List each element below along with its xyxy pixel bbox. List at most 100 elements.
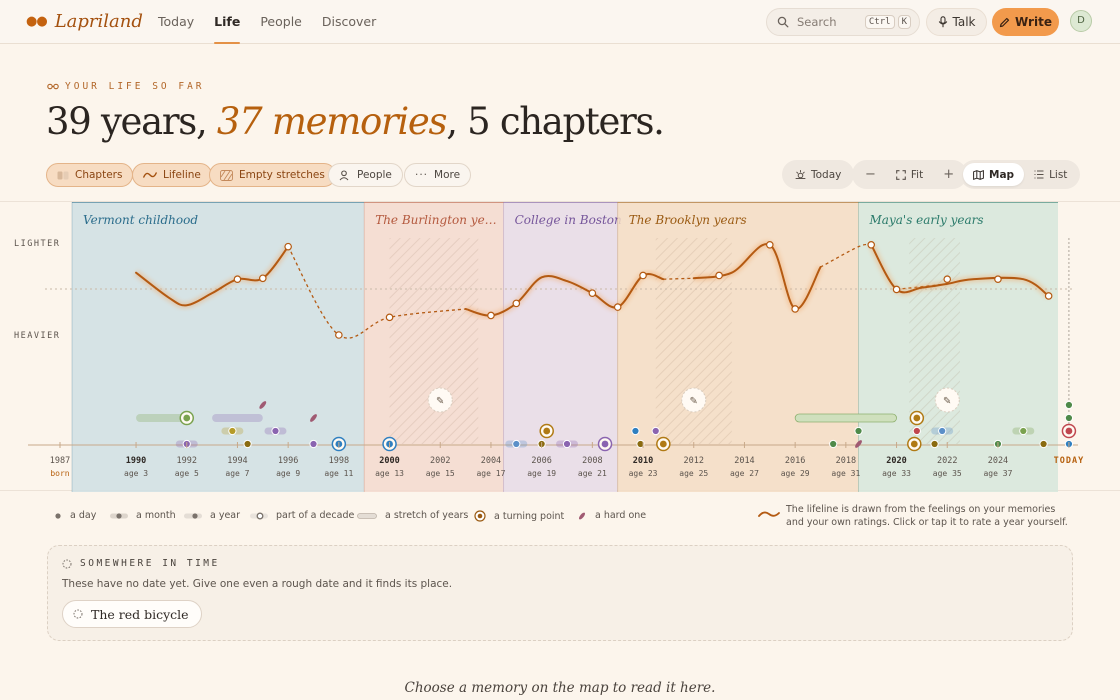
- search-box[interactable]: Search Ctrl K: [766, 8, 920, 36]
- chapter-label[interactable]: The Burlington ye…: [375, 213, 497, 227]
- turning-point-memory[interactable]: [910, 440, 918, 448]
- undated-memory-title: The red bicycle: [91, 606, 189, 622]
- rating-point[interactable]: [765, 240, 774, 249]
- month-memory[interactable]: [938, 426, 947, 436]
- map-view-button[interactable]: Map: [963, 163, 1025, 186]
- day-dot-icon: [55, 512, 61, 519]
- pencil-icon: [999, 17, 1010, 27]
- chapter-label[interactable]: The Brooklyn years: [629, 213, 747, 227]
- undated-description: These have no date yet. Give one even a …: [62, 578, 453, 590]
- list-view-button[interactable]: List: [1024, 163, 1077, 186]
- chapter-label[interactable]: Vermont childhood: [83, 213, 198, 227]
- app-logo[interactable]: ●● Lapriland: [26, 11, 143, 32]
- year-memory[interactable]: [271, 426, 280, 436]
- day-memory[interactable]: [651, 426, 660, 436]
- logo-mark-icon: ●●: [26, 14, 48, 29]
- rating-point[interactable]: [943, 275, 952, 284]
- day-memory[interactable]: [1039, 439, 1048, 449]
- legend-hard-label: a hard one: [595, 510, 647, 521]
- rating-point[interactable]: [258, 274, 267, 283]
- rating-point[interactable]: [335, 331, 343, 339]
- legend-year-label: a year: [210, 510, 241, 521]
- turning-point-memory[interactable]: [183, 414, 191, 422]
- day-memory[interactable]: [631, 426, 640, 436]
- legend-decade: part of a decade: [250, 510, 354, 521]
- day-memory[interactable]: [1064, 413, 1074, 423]
- chip-lifeline[interactable]: Lifeline: [132, 163, 212, 187]
- rating-point[interactable]: [512, 299, 521, 308]
- rating-point[interactable]: [715, 271, 723, 280]
- month-memory[interactable]: [512, 439, 521, 449]
- turning-point-icon: [474, 510, 486, 522]
- nav-people[interactable]: People: [260, 0, 302, 44]
- x-tick-age: age 5: [175, 469, 199, 478]
- month-memory[interactable]: [1019, 426, 1028, 436]
- chapter-label[interactable]: Maya's early years: [869, 213, 984, 227]
- undated-memory[interactable]: The red bicycle: [62, 600, 202, 628]
- rating-point[interactable]: [588, 289, 597, 297]
- rating-point[interactable]: [233, 275, 242, 284]
- map-view-label: Map: [989, 168, 1015, 181]
- x-tick-age: age 23: [629, 469, 658, 478]
- chapter-label[interactable]: College in Boston: [515, 213, 622, 227]
- zoom-group: − Fit +: [852, 160, 968, 189]
- turning-point-memory[interactable]: [659, 440, 667, 448]
- day-memory[interactable]: [1064, 400, 1074, 410]
- chip-people[interactable]: People: [328, 163, 403, 187]
- chip-people-label: People: [357, 169, 392, 181]
- day-memory[interactable]: [309, 439, 318, 449]
- turning-point-memory[interactable]: [543, 427, 551, 435]
- talk-button[interactable]: Talk: [926, 8, 987, 36]
- reading-hint: Choose a memory on the map to read it he…: [404, 680, 716, 696]
- chapter-band[interactable]: [617, 202, 859, 492]
- year-memory[interactable]: [228, 426, 237, 436]
- chip-empty-stretches-label: Empty stretches: [239, 169, 325, 181]
- fit-button[interactable]: Fit: [886, 163, 933, 186]
- chapter-band[interactable]: [72, 202, 365, 492]
- write-button[interactable]: Write: [992, 8, 1059, 36]
- chip-more[interactable]: ··· More: [404, 163, 472, 187]
- zoom-out-button[interactable]: −: [855, 163, 886, 186]
- turning-point-memory[interactable]: [601, 440, 609, 448]
- today-button[interactable]: Today: [785, 163, 851, 186]
- avatar[interactable]: D: [1070, 10, 1092, 32]
- chip-chapters[interactable]: Chapters: [46, 163, 134, 187]
- rating-point[interactable]: [867, 240, 876, 249]
- rating-point[interactable]: [994, 275, 1002, 284]
- rating-point[interactable]: [791, 305, 799, 313]
- x-tick-year: 2024: [988, 456, 1008, 466]
- rating-point[interactable]: [613, 303, 622, 311]
- rating-point[interactable]: [1044, 292, 1053, 300]
- life-map[interactable]: Vermont childhood The Burlington ye… Colle…: [0, 201, 1120, 492]
- rating-point[interactable]: [639, 271, 647, 280]
- x-tick-age: age 33: [882, 469, 911, 478]
- stretch-memory[interactable]: [794, 413, 897, 423]
- turning-point-memory[interactable]: [1065, 427, 1073, 435]
- x-tick-year: 1996: [278, 456, 298, 466]
- nav-discover[interactable]: Discover: [322, 0, 376, 44]
- x-tick-year: 1990: [126, 456, 146, 466]
- headline-years: 39 years,: [46, 100, 208, 143]
- day-memory[interactable]: [854, 426, 863, 436]
- x-tick-year: 2002: [430, 456, 450, 466]
- chip-empty-stretches[interactable]: Empty stretches: [209, 163, 336, 187]
- day-memory[interactable]: [243, 439, 252, 449]
- turning-point-memory[interactable]: [913, 414, 921, 422]
- stretch-icon: [357, 512, 377, 519]
- lifeline-chart[interactable]: Vermont childhood The Burlington ye… Colle…: [0, 201, 1120, 492]
- day-memory[interactable]: [912, 426, 921, 436]
- day-memory[interactable]: [930, 439, 939, 449]
- decade-icon: [250, 512, 268, 519]
- minus-icon: −: [865, 167, 876, 182]
- month-memory[interactable]: [562, 439, 572, 449]
- day-memory[interactable]: [829, 439, 838, 449]
- pencil-icon: ✎: [690, 396, 698, 407]
- rating-point[interactable]: [487, 311, 495, 320]
- rating-point[interactable]: [284, 242, 292, 251]
- x-tick-age: age 7: [225, 469, 249, 478]
- legend-stretch-label: a stretch of years: [385, 510, 469, 521]
- rating-point[interactable]: [385, 313, 394, 322]
- rating-point[interactable]: [892, 285, 901, 294]
- nav-life[interactable]: Life: [214, 0, 241, 44]
- nav-today[interactable]: Today: [158, 0, 194, 44]
